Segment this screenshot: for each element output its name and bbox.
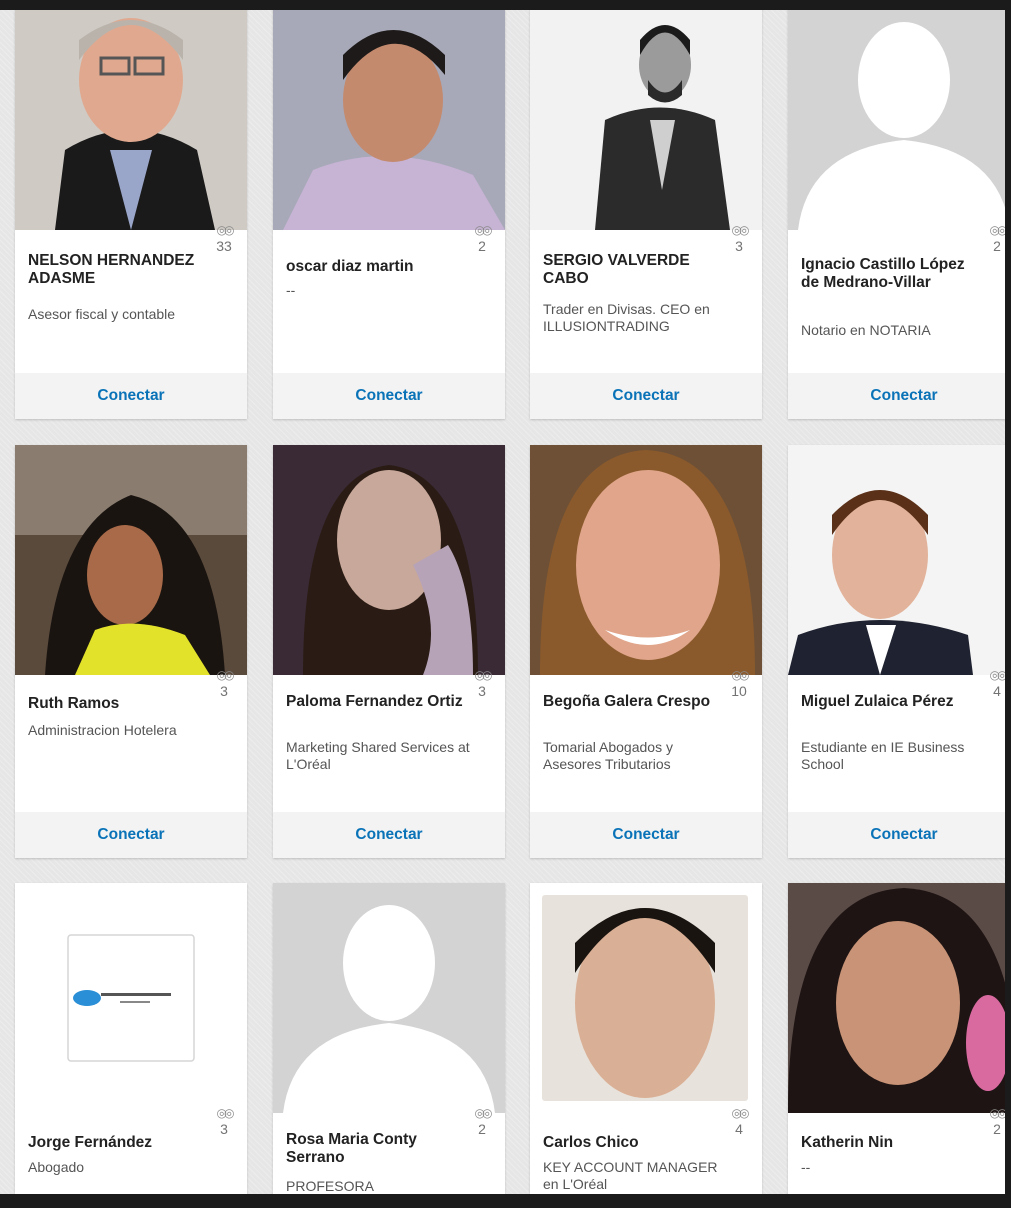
- profile-photo[interactable]: [15, 0, 247, 230]
- shared-connections-icon: ◎◎: [731, 223, 750, 237]
- shared-connections: ◎◎ 10: [724, 667, 754, 699]
- person-name[interactable]: Ruth Ramos: [28, 695, 206, 713]
- connection-count: 2: [478, 1121, 486, 1137]
- shared-connections-icon: ◎◎: [474, 223, 493, 237]
- person-name[interactable]: Ignacio Castillo López de Medrano-Villar: [801, 256, 979, 292]
- person-headline: KEY ACCOUNT MANAGER en L'Oréal: [543, 1159, 718, 1192]
- connection-count: 4: [735, 1121, 743, 1137]
- person-name[interactable]: SERGIO VALVERDE CABO: [543, 252, 721, 288]
- connect-button[interactable]: Conectar: [870, 387, 937, 405]
- person-headline: Trader en Divisas. CEO en ILLUSIONTRADIN…: [543, 301, 710, 334]
- person-headline: Estudiante en IE Business School: [801, 739, 965, 772]
- connection-count: 3: [220, 683, 228, 699]
- person-name[interactable]: Rosa Maria Conty Serrano: [286, 1131, 464, 1167]
- person-name[interactable]: Carlos Chico: [543, 1134, 721, 1152]
- connect-button[interactable]: Conectar: [612, 826, 679, 844]
- bottom-window-edge: [0, 1194, 1011, 1208]
- person-card[interactable]: ◎◎ 3 SERGIO VALVERDE CABO Trader en Divi…: [530, 0, 762, 419]
- shared-connections: ◎◎ 3: [209, 1105, 239, 1137]
- connect-button[interactable]: Conectar: [355, 826, 422, 844]
- connect-button[interactable]: Conectar: [612, 387, 679, 405]
- person-name[interactable]: Paloma Fernandez Ortiz: [286, 693, 464, 711]
- person-card[interactable]: ◎◎ 33 NELSON HERNANDEZ ADASME Asesor fis…: [15, 0, 247, 419]
- person-card[interactable]: ◎◎ 2 Rosa Maria Conty Serrano PROFESORA: [273, 883, 505, 1208]
- person-headline: --: [801, 1159, 811, 1175]
- connection-count: 3: [735, 238, 743, 254]
- shared-connections-icon: ◎◎: [216, 223, 235, 237]
- connection-count: 4: [993, 683, 1001, 699]
- top-window-edge: [0, 0, 1011, 10]
- shared-connections: ◎◎ 2: [467, 1105, 497, 1137]
- connect-area: Conectar: [273, 373, 505, 419]
- connection-count: 10: [731, 683, 747, 699]
- profile-photo[interactable]: [273, 0, 505, 230]
- profile-photo[interactable]: [530, 0, 762, 230]
- person-name[interactable]: NELSON HERNANDEZ ADASME: [28, 252, 206, 288]
- connection-count: 2: [478, 238, 486, 254]
- connection-count: 2: [993, 1121, 1001, 1137]
- profile-photo[interactable]: [530, 445, 762, 675]
- person-headline: Tomarial Abogados y Asesores Tributarios: [543, 739, 673, 772]
- connection-count: 33: [216, 238, 232, 254]
- shared-connections-icon: ◎◎: [731, 1106, 750, 1120]
- person-name[interactable]: Katherin Nin: [801, 1134, 979, 1152]
- shared-connections: ◎◎ 4: [724, 1105, 754, 1137]
- person-card[interactable]: ◎◎ 3 Ruth Ramos Administracion Hotelera …: [15, 445, 247, 858]
- person-headline: Marketing Shared Services at L'Oréal: [286, 739, 470, 772]
- connect-button[interactable]: Conectar: [97, 826, 164, 844]
- profile-photo[interactable]: [788, 883, 1011, 1113]
- profile-photo[interactable]: [788, 0, 1011, 230]
- profile-photo[interactable]: [273, 883, 505, 1113]
- connect-button[interactable]: Conectar: [355, 387, 422, 405]
- company-logo[interactable]: [15, 883, 247, 1113]
- connection-count: 3: [478, 683, 486, 699]
- connect-button[interactable]: Conectar: [97, 387, 164, 405]
- person-name[interactable]: oscar diaz martin: [286, 258, 464, 276]
- person-card[interactable]: ◎◎ 3 Paloma Fernandez Ortiz Marketing Sh…: [273, 445, 505, 858]
- profile-photo[interactable]: [273, 445, 505, 675]
- connection-count: 2: [993, 238, 1001, 254]
- connect-area: Conectar: [273, 812, 505, 858]
- shared-connections: ◎◎ 3: [209, 667, 239, 699]
- connect-area: Conectar: [15, 812, 247, 858]
- person-name[interactable]: Miguel Zulaica Pérez: [801, 693, 979, 711]
- person-card[interactable]: ◎◎ 10 Begoña Galera Crespo Tomarial Abog…: [530, 445, 762, 858]
- right-window-edge: [1005, 0, 1011, 1208]
- person-headline: Administracion Hotelera: [28, 722, 177, 738]
- person-headline: Asesor fiscal y contable: [28, 306, 176, 322]
- connect-area: Conectar: [530, 373, 762, 419]
- profile-photo[interactable]: [788, 445, 1011, 675]
- connect-area: Conectar: [530, 812, 762, 858]
- connect-area: Conectar: [15, 373, 247, 419]
- person-card[interactable]: ◎◎ 4 Carlos Chico KEY ACCOUNT MANAGER en…: [530, 883, 762, 1208]
- person-name[interactable]: Jorge Fernández: [28, 1134, 206, 1152]
- shared-connections-icon: ◎◎: [216, 1106, 235, 1120]
- person-card[interactable]: ◎◎ 3 Jorge Fernández Abogado: [15, 883, 247, 1208]
- connect-area: Conectar: [788, 373, 1011, 419]
- person-headline: Notario en NOTARIA: [801, 322, 931, 338]
- person-card[interactable]: ◎◎ 4 Miguel Zulaica Pérez Estudiante en …: [788, 445, 1011, 858]
- shared-connections: ◎◎ 3: [467, 667, 497, 699]
- shared-connections: ◎◎ 2: [467, 222, 497, 254]
- profile-photo[interactable]: [15, 445, 247, 675]
- profile-photo[interactable]: [530, 883, 762, 1113]
- shared-connections-icon: ◎◎: [731, 668, 750, 682]
- person-headline: Abogado: [28, 1159, 85, 1175]
- shared-connections-icon: ◎◎: [216, 668, 235, 682]
- connect-area: Conectar: [788, 812, 1011, 858]
- person-name[interactable]: Begoña Galera Crespo: [543, 693, 721, 711]
- person-headline: --: [286, 282, 296, 298]
- shared-connections-icon: ◎◎: [474, 668, 493, 682]
- person-headline: PROFESORA: [286, 1178, 374, 1194]
- shared-connections-icon: ◎◎: [474, 1106, 493, 1120]
- connection-count: 3: [220, 1121, 228, 1137]
- person-card[interactable]: ◎◎ 2 Ignacio Castillo López de Medrano-V…: [788, 0, 1011, 419]
- shared-connections: ◎◎ 3: [724, 222, 754, 254]
- person-card[interactable]: ◎◎ 2 oscar diaz martin -- Conectar: [273, 0, 505, 419]
- shared-connections: ◎◎ 33: [209, 222, 239, 254]
- person-card[interactable]: ◎◎ 2 Katherin Nin --: [788, 883, 1011, 1208]
- connect-button[interactable]: Conectar: [870, 826, 937, 844]
